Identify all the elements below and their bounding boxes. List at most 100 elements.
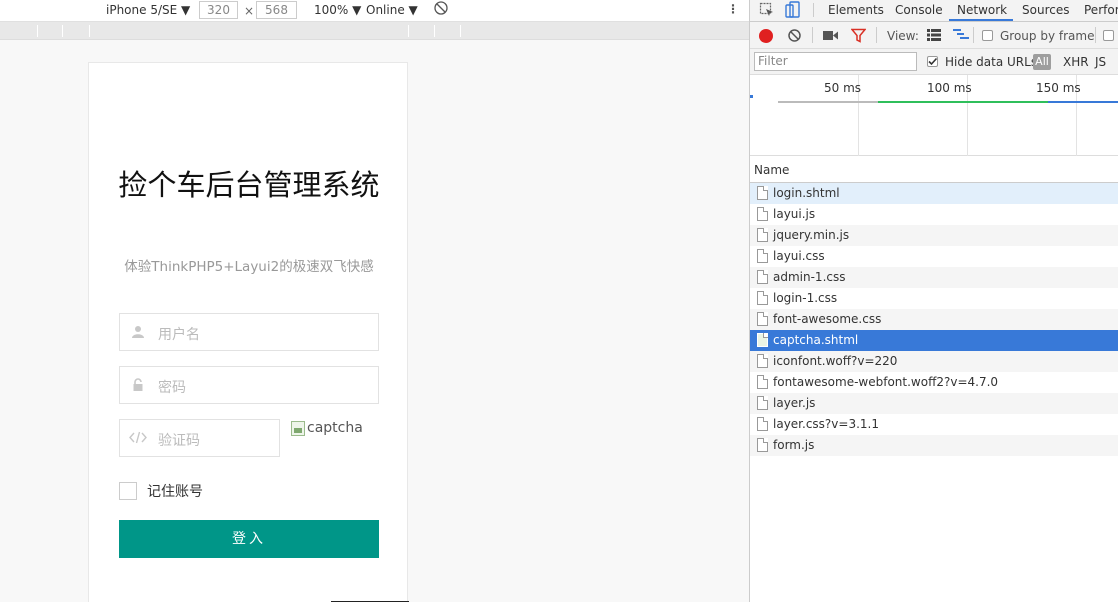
clear-icon[interactable] — [787, 28, 802, 46]
username-field[interactable]: 用户名 — [119, 313, 379, 351]
login-button[interactable]: 登入 — [119, 520, 379, 558]
broken-image-icon — [291, 420, 305, 436]
request-name: fontawesome-webfont.woff2?v=4.7.0 — [773, 375, 999, 389]
record-icon[interactable] — [759, 29, 773, 43]
timeline-label: 50 ms — [824, 81, 862, 95]
request-row[interactable]: login.shtml — [750, 183, 1118, 204]
request-row[interactable]: fontawesome-webfont.woff2?v=4.7.0 — [750, 372, 1118, 393]
code-icon — [129, 431, 147, 445]
remember-label: 记住账号 — [147, 484, 203, 500]
document-icon — [757, 375, 768, 389]
name-column-header[interactable]: Name — [750, 157, 1118, 183]
request-row[interactable]: layui.js — [750, 204, 1118, 225]
document-icon — [757, 228, 768, 242]
view-label: View: — [887, 29, 919, 43]
tab-elements[interactable]: Elements — [828, 3, 884, 17]
timeline-bar — [1048, 101, 1118, 103]
tab-performance[interactable]: Perfor — [1084, 3, 1118, 17]
filter-js[interactable]: JS — [1095, 55, 1106, 69]
captcha-alt-text: captcha — [307, 420, 363, 436]
dimension-separator: × — [244, 4, 255, 18]
network-throttle-select[interactable]: Online ▼ — [366, 3, 418, 17]
request-row[interactable]: admin-1.css — [750, 267, 1118, 288]
captcha-field[interactable]: 验证码 — [119, 419, 280, 457]
request-row[interactable]: font-awesome.css — [750, 309, 1118, 330]
request-name: login-1.css — [773, 291, 838, 305]
devtools-tabbar: Elements Console Network Sources Perfor — [750, 0, 1118, 22]
group-by-frame-checkbox[interactable] — [982, 30, 993, 41]
device-toolbar: iPhone 5/SE ▼ 320 × 568 100% ▼ Online ▼ … — [0, 0, 749, 22]
document-icon — [757, 396, 768, 410]
request-row[interactable]: iconfont.woff?v=220 — [750, 351, 1118, 372]
active-tab-indicator — [949, 19, 1013, 21]
filter-input[interactable]: Filter — [754, 52, 917, 71]
ruler-tick — [434, 25, 435, 37]
request-row[interactable]: login-1.css — [750, 288, 1118, 309]
hide-data-urls-checkbox[interactable] — [927, 56, 938, 67]
request-row-selected[interactable]: captcha.shtml — [750, 330, 1118, 351]
more-options-icon[interactable]: ⋮ — [727, 2, 739, 16]
request-row[interactable]: form.js — [750, 435, 1118, 456]
timeline-marker — [750, 95, 753, 98]
request-row[interactable]: layer.js — [750, 393, 1118, 414]
timeline-bar — [878, 101, 1048, 103]
request-row[interactable]: layer.css?v=3.1.1 — [750, 414, 1118, 435]
toolbar-divider — [973, 27, 974, 43]
ruler-tick — [460, 25, 461, 37]
inspect-element-icon[interactable] — [759, 2, 775, 21]
chevron-down-icon: ▼ — [408, 3, 418, 17]
device-viewport: 捡个车后台管理系统 体验ThinkPHP5+Layui2的极速双飞快感 用户名 … — [88, 62, 409, 602]
filter-all[interactable]: All — [1033, 54, 1051, 70]
page-subtitle: 体验ThinkPHP5+Layui2的极速双飞快感 — [124, 259, 374, 275]
document-icon — [757, 291, 768, 305]
request-row[interactable]: jquery.min.js — [750, 225, 1118, 246]
column-name-label: Name — [754, 163, 790, 177]
video-camera-icon[interactable] — [823, 30, 838, 44]
request-name: layer.css?v=3.1.1 — [773, 417, 879, 431]
password-field[interactable]: 密码 — [119, 366, 379, 404]
captcha-image[interactable]: captcha — [291, 420, 363, 436]
request-name: captcha.shtml — [773, 333, 859, 347]
document-icon — [757, 354, 768, 368]
tab-network[interactable]: Network — [957, 3, 1007, 17]
zoom-select[interactable]: 100% ▼ — [314, 3, 361, 17]
large-rows-icon[interactable] — [927, 29, 941, 44]
filter-xhr[interactable]: XHR — [1063, 55, 1089, 69]
tab-console[interactable]: Console — [895, 3, 943, 17]
filter-icon[interactable] — [850, 28, 867, 46]
request-name: admin-1.css — [773, 270, 846, 284]
user-icon — [131, 325, 145, 339]
timeline-label: 150 ms — [1036, 81, 1081, 95]
network-label: Online — [366, 3, 405, 17]
device-toolbar-toggle-icon[interactable] — [785, 1, 801, 22]
filter-bar: Filter Hide data URLs All XHR JS — [750, 49, 1118, 75]
lock-icon — [131, 378, 145, 392]
request-list: login.shtml layui.js jquery.min.js layui… — [750, 183, 1118, 456]
tab-sources[interactable]: Sources — [1022, 3, 1069, 17]
document-icon — [757, 186, 768, 200]
document-icon — [757, 438, 768, 452]
captcha-placeholder: 验证码 — [158, 433, 200, 449]
image-file-icon — [757, 333, 768, 347]
network-overview-timeline[interactable]: 50 ms 100 ms 150 ms — [750, 75, 1118, 156]
preserve-log-checkbox[interactable] — [1103, 30, 1114, 41]
width-input[interactable]: 320 — [199, 1, 238, 19]
request-name: layer.js — [773, 396, 816, 410]
height-input[interactable]: 568 — [256, 1, 297, 19]
media-query-ruler — [0, 22, 749, 40]
remember-account[interactable]: 记住账号 — [119, 481, 203, 501]
device-select[interactable]: iPhone 5/SE ▼ — [106, 3, 190, 17]
remember-checkbox[interactable] — [119, 482, 137, 500]
chevron-down-icon: ▼ — [352, 3, 362, 17]
request-name: login.shtml — [773, 186, 840, 200]
device-emulation-pane: iPhone 5/SE ▼ 320 × 568 100% ▼ Online ▼ … — [0, 0, 749, 602]
toolbar-divider — [876, 27, 877, 43]
waterfall-overview-icon[interactable] — [953, 29, 969, 44]
password-placeholder: 密码 — [158, 380, 186, 396]
rotate-icon[interactable] — [434, 1, 448, 18]
toolbar-divider — [812, 27, 813, 43]
request-row[interactable]: layui.css — [750, 246, 1118, 267]
document-icon — [757, 207, 768, 221]
document-icon — [757, 312, 768, 326]
request-name: layui.css — [773, 249, 825, 263]
